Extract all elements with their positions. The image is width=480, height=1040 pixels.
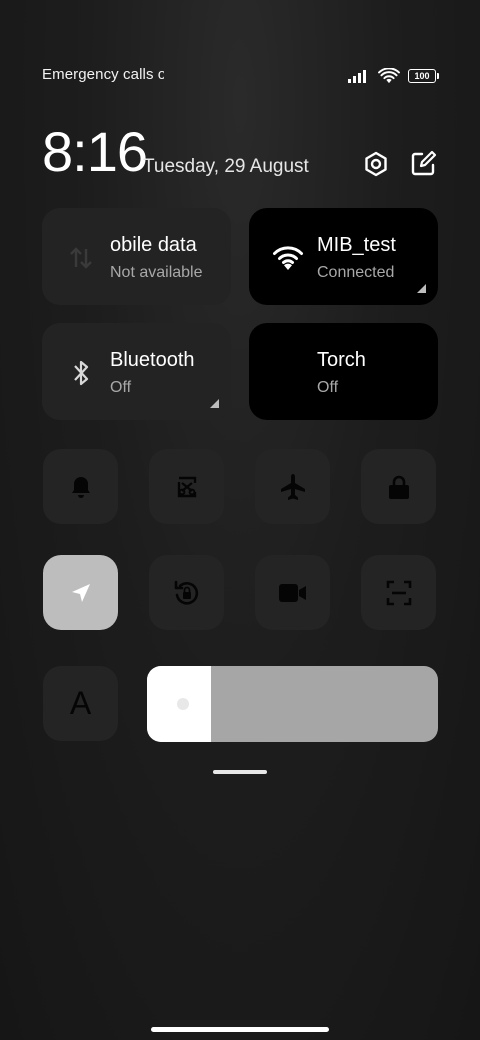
toggle-location[interactable] — [43, 555, 118, 630]
panel-drag-handle[interactable] — [213, 770, 267, 774]
toggle-scanner[interactable] — [361, 555, 436, 630]
toggle-screenshot[interactable] — [149, 449, 224, 524]
toggle-rotation-lock[interactable] — [149, 555, 224, 630]
location-icon — [71, 583, 90, 602]
tile-mobile-data-subtitle: Not available — [110, 264, 203, 281]
tile-torch[interactable]: Torch Off — [249, 323, 438, 420]
edit-icon[interactable] — [409, 150, 437, 178]
torch-icon — [271, 356, 305, 390]
rotation-lock-icon — [174, 580, 198, 605]
tile-torch-title: Torch — [317, 349, 366, 371]
emergency-calls-status: Emergency calls o — [42, 66, 164, 83]
home-gesture-bar[interactable] — [151, 1027, 329, 1032]
tile-bluetooth-expand-corner[interactable] — [210, 399, 219, 408]
font-a-glyph: A — [69, 685, 92, 721]
tile-bluetooth-title: Bluetooth — [110, 349, 195, 371]
toggle-screen-recorder[interactable] — [255, 555, 330, 630]
scanner-icon — [386, 580, 411, 605]
wifi-status-icon — [378, 68, 400, 84]
bluetooth-icon — [64, 356, 98, 390]
toggle-lock-screen[interactable] — [361, 449, 436, 524]
tile-wifi-title: MIB_test — [317, 234, 396, 256]
tile-torch-subtitle: Off — [317, 379, 339, 396]
bell-icon — [71, 476, 90, 498]
video-camera-icon — [278, 583, 306, 602]
brightness-sun-icon — [177, 698, 189, 710]
settings-icon[interactable] — [362, 150, 390, 178]
clock-date[interactable]: Tuesday, 29 August — [143, 156, 309, 178]
mobile-data-icon — [64, 241, 98, 275]
brightness-slider[interactable] — [147, 666, 438, 742]
tile-mobile-data-title: obile data — [110, 234, 197, 256]
tile-wifi[interactable]: MIB_test Connected — [249, 208, 438, 305]
clock-time[interactable]: 8:16 — [42, 120, 148, 184]
status-icons: 100 — [348, 66, 439, 86]
screenshot-icon — [177, 476, 196, 497]
battery-icon: 100 — [408, 69, 439, 83]
airplane-icon — [280, 473, 305, 500]
toggle-airplane[interactable] — [255, 449, 330, 524]
tile-bluetooth[interactable]: Bluetooth Off — [42, 323, 231, 420]
toggle-silent[interactable] — [43, 449, 118, 524]
control-center-screen: Emergency calls o 100 8:16 Tuesday, 29 A… — [0, 0, 480, 1040]
tile-bluetooth-subtitle: Off — [110, 379, 132, 396]
tile-wifi-subtitle: Connected — [317, 264, 395, 281]
tile-mobile-data-clip: obile data Not available — [42, 208, 231, 305]
lock-icon — [388, 475, 409, 499]
tile-mobile-data[interactable]: obile data Not available — [42, 208, 231, 305]
signal-icon — [348, 70, 366, 83]
toggle-auto-brightness[interactable]: A — [43, 666, 118, 741]
wifi-icon — [271, 241, 305, 275]
tile-wifi-expand-corner[interactable] — [417, 284, 426, 293]
